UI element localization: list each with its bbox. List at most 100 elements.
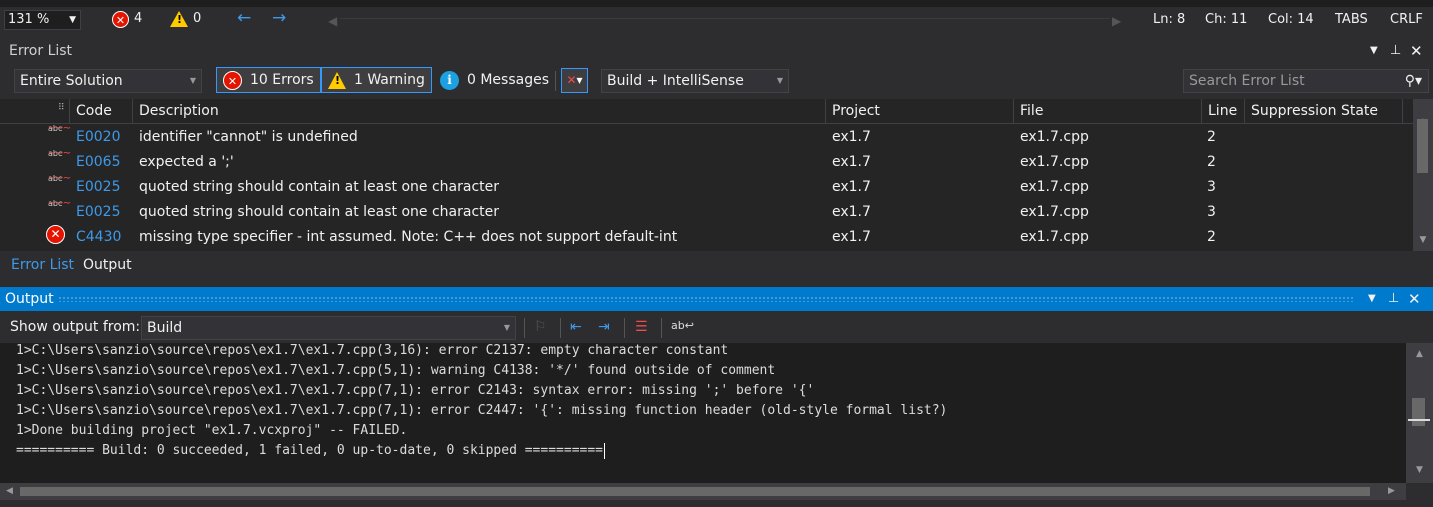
table-row[interactable]: abc ~~~ E0020 identifier "cannot" is unde… bbox=[0, 123, 1413, 150]
window-position-icon[interactable]: ▼ bbox=[1370, 39, 1378, 63]
error-list-grid: ⠿ Code Description Project File Line Sup… bbox=[0, 99, 1413, 251]
warning-count: 0 bbox=[193, 11, 202, 26]
table-row[interactable]: abc ~~~ E0025 quoted string should contai… bbox=[0, 198, 1413, 225]
column-header-file[interactable]: File bbox=[1014, 99, 1202, 124]
chevron-down-icon: ▼ bbox=[776, 76, 783, 85]
error-code[interactable]: E0020 bbox=[76, 125, 120, 150]
error-file: ex1.7.cpp bbox=[1020, 129, 1089, 145]
word-wrap-icon[interactable]: ab↩ bbox=[671, 319, 694, 332]
scrollbar-thumb[interactable] bbox=[20, 487, 1370, 496]
error-file: ex1.7.cpp bbox=[1020, 204, 1089, 220]
search-placeholder: Search Error List bbox=[1189, 73, 1305, 89]
close-icon[interactable]: ✕ bbox=[1410, 39, 1423, 63]
table-row[interactable]: abc ~~~ E0065 expected a ';' ex1.7 ex1.7.… bbox=[0, 149, 1413, 175]
scroll-left-icon[interactable]: ◀ bbox=[328, 12, 337, 30]
scrollbar-thumb[interactable] bbox=[1417, 119, 1428, 173]
scroll-right-icon[interactable]: ▶ bbox=[1388, 483, 1395, 500]
output-horizontal-scrollbar[interactable]: ◀ ▶ bbox=[0, 483, 1406, 500]
column-header-code[interactable]: Code bbox=[70, 99, 133, 124]
output-titlebar: Output ▼ ⊥ ✕ bbox=[0, 287, 1433, 311]
error-list-toolbar: Entire Solution ▼ ✕ 10 Errors 1 Warning … bbox=[0, 65, 1433, 97]
toolbar-separator bbox=[560, 318, 561, 338]
table-row[interactable]: abc ~~~ E0025 quoted string should contai… bbox=[0, 173, 1413, 200]
error-code[interactable]: E0025 bbox=[76, 200, 120, 225]
find-message-icon[interactable]: ⚐ bbox=[534, 319, 547, 335]
navigate-forward-icon[interactable]: → bbox=[272, 9, 286, 27]
spell-error-icon: abc ~~~ bbox=[48, 123, 71, 134]
output-text-area[interactable]: 1>C:\Users\sanzio\source\repos\ex1.7\ex1… bbox=[0, 343, 1406, 483]
chevron-down-icon: ▼ bbox=[69, 15, 76, 25]
pin-icon[interactable]: ⊥ bbox=[1388, 287, 1399, 311]
output-source-dropdown[interactable]: Build ▼ bbox=[141, 316, 516, 340]
output-source-value: Build bbox=[147, 320, 183, 336]
column-header-icon[interactable]: ⠿ bbox=[0, 99, 70, 124]
scrollbar-thumb[interactable] bbox=[1412, 398, 1425, 426]
error-code[interactable]: E0025 bbox=[76, 175, 120, 200]
build-filter-value: Build + IntelliSense bbox=[607, 73, 744, 89]
spell-error-icon: abc ~~~ bbox=[48, 173, 71, 184]
output-line: 1>C:\Users\sanzio\source\repos\ex1.7\ex1… bbox=[16, 343, 729, 358]
output-line-summary: ========== Build: 0 succeeded, 1 failed,… bbox=[16, 441, 605, 461]
error-code[interactable]: E0065 bbox=[76, 150, 120, 175]
scroll-left-icon[interactable]: ◀ bbox=[6, 483, 13, 500]
go-to-next-message-icon[interactable]: ⇥ bbox=[598, 319, 610, 335]
search-icon[interactable]: ⚲▾ bbox=[1405, 70, 1422, 92]
error-description: identifier "cannot" is undefined bbox=[139, 129, 358, 145]
error-line: 2 bbox=[1207, 154, 1216, 170]
line-ending-indicator[interactable]: CRLF bbox=[1390, 11, 1423, 29]
error-count-indicator[interactable]: ✕ 4 bbox=[112, 10, 142, 28]
error-description: quoted string should contain at least on… bbox=[139, 204, 500, 220]
error-description: missing type specifier - int assumed. No… bbox=[139, 229, 678, 245]
error-list-title: Error List bbox=[9, 43, 73, 59]
tab-error-list[interactable]: Error List bbox=[5, 255, 80, 275]
build-filter-dropdown[interactable]: Build + IntelliSense ▼ bbox=[601, 69, 789, 93]
messages-filter-label: 0 Messages bbox=[467, 72, 550, 88]
clear-all-icon[interactable]: ☰ bbox=[635, 319, 648, 335]
scroll-right-icon[interactable]: ▶ bbox=[1112, 12, 1121, 30]
output-toolbar: Show output from: Build ▼ ⚐ ⇤ ⇥ ☰ ab↩ bbox=[0, 313, 1433, 343]
column-header-suppression-state[interactable]: Suppression State bbox=[1245, 99, 1403, 124]
error-list-vertical-scrollbar[interactable]: ▲ ▼ bbox=[1413, 99, 1433, 251]
error-project: ex1.7 bbox=[832, 129, 871, 145]
chevron-down-icon: ▼ bbox=[189, 76, 196, 85]
column-header-description[interactable]: Description bbox=[133, 99, 826, 124]
error-file: ex1.7.cpp bbox=[1020, 229, 1089, 245]
indent-mode-indicator[interactable]: TABS bbox=[1335, 11, 1368, 29]
messages-filter-button[interactable]: i 0 Messages bbox=[434, 67, 555, 93]
error-list-titlebar: Error List ▼ ⊥ ✕ bbox=[0, 39, 1433, 63]
filter-icon: ✕▾ bbox=[566, 73, 583, 87]
scroll-down-icon[interactable]: ▼ bbox=[1406, 465, 1433, 475]
error-icon: ✕ bbox=[223, 70, 242, 90]
scroll-up-icon[interactable]: ▲ bbox=[1406, 349, 1433, 359]
sort-icon: ⠿ bbox=[58, 103, 65, 113]
output-title: Output bbox=[5, 291, 54, 307]
search-error-list-input[interactable]: Search Error List ⚲▾ bbox=[1183, 69, 1429, 93]
tab-output[interactable]: Output bbox=[77, 255, 138, 275]
titlebar-grip bbox=[58, 296, 1353, 302]
output-line: 1>C:\Users\sanzio\source\repos\ex1.7\ex1… bbox=[16, 383, 815, 398]
pin-icon[interactable]: ⊥ bbox=[1390, 39, 1401, 63]
zoom-dropdown[interactable]: 131 % ▼ bbox=[4, 10, 81, 30]
filter-toggle-button[interactable]: ✕▾ bbox=[561, 68, 588, 93]
column-header-line[interactable]: Line bbox=[1202, 99, 1245, 124]
warnings-filter-button[interactable]: 1 Warning bbox=[321, 67, 432, 93]
close-icon[interactable]: ✕ bbox=[1408, 287, 1421, 311]
error-project: ex1.7 bbox=[832, 154, 871, 170]
column-header-project[interactable]: Project bbox=[826, 99, 1014, 124]
spell-error-icon: abc ~~~ bbox=[48, 198, 71, 209]
errors-filter-button[interactable]: ✕ 10 Errors bbox=[216, 67, 321, 93]
editor-horizontal-scrollbar[interactable] bbox=[340, 18, 1110, 19]
output-vertical-scrollbar[interactable]: ▲ ▼ bbox=[1406, 343, 1433, 483]
table-row[interactable]: ✕ C4430 missing type specifier - int ass… bbox=[0, 225, 1413, 250]
grid-header: ⠿ Code Description Project File Line Sup… bbox=[0, 99, 1413, 124]
error-line: 2 bbox=[1207, 229, 1216, 245]
window-position-icon[interactable]: ▼ bbox=[1368, 287, 1376, 311]
warning-count-indicator[interactable]: 0 bbox=[170, 10, 201, 28]
scroll-down-icon[interactable]: ▼ bbox=[1413, 235, 1433, 245]
zoom-value: 131 % bbox=[8, 12, 50, 27]
error-code[interactable]: C4430 bbox=[76, 225, 121, 250]
scope-dropdown[interactable]: Entire Solution ▼ bbox=[14, 69, 202, 93]
navigate-back-icon[interactable]: ← bbox=[237, 9, 251, 27]
editor-status-strip: 131 % ▼ ✕ 4 0 ← → ◀ ▶ Ln: 8 Ch: 11 Col: … bbox=[0, 0, 1433, 37]
go-to-previous-message-icon[interactable]: ⇤ bbox=[570, 319, 582, 335]
